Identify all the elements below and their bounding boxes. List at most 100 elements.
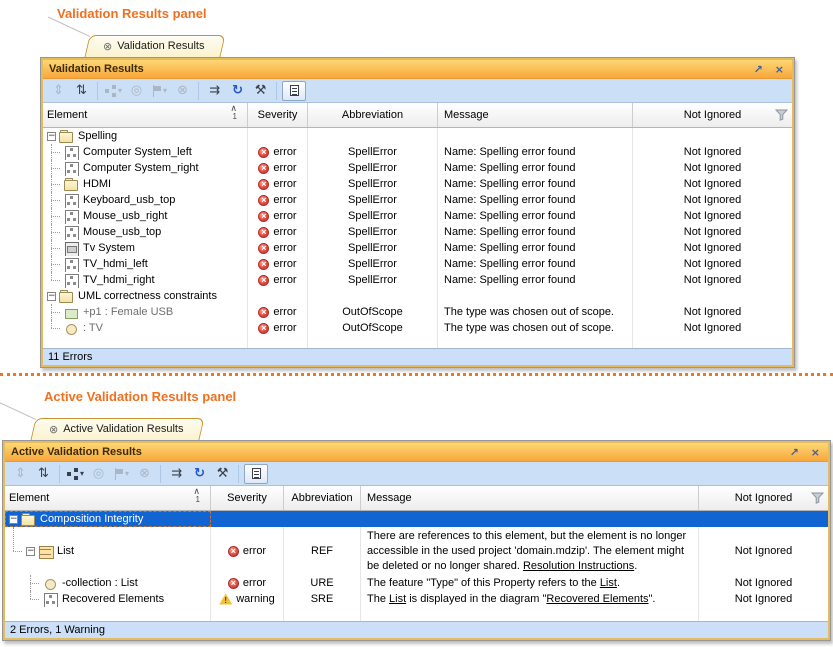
column-header-not-ignored[interactable]: Not Ignored [699,486,828,510]
tab-strip: ⊗ Active Validation Results [2,418,831,440]
tab-active-validation-results[interactable]: ⊗ Active Validation Results [38,418,198,440]
table-header: Element ∧ 1 Severity Abbreviation Messag… [5,486,828,511]
select-target-button[interactable]: ◎ [126,81,147,101]
column-header-abbreviation[interactable]: Abbreviation [308,103,438,127]
table-row[interactable]: TV_hdmi_right error SpellError Name: Spe… [43,272,792,288]
column-header-severity[interactable]: Severity [248,103,308,127]
abbreviation-cell: OutOfScope [308,304,438,320]
group-by-button[interactable]: ▾ [103,81,124,101]
not-ignored-cell: Not Ignored [633,224,792,240]
collapse-all-icon: ⇅ [76,83,87,98]
group-by-button[interactable]: ▾ [65,464,86,484]
recovered-elements-link[interactable]: Recovered Elements [546,593,648,605]
table-row[interactable]: Tv System error SpellError Name: Spellin… [43,240,792,256]
tree-guide [47,224,61,240]
instance-icon [64,322,80,335]
generate-report-button[interactable] [282,81,306,101]
validation-options-button[interactable]: ⚒ [250,81,271,101]
validation-results-window: Validation Results ↗ × ⇕ ⇅ ▾ ◎ ▾ ⊗ ⇉ ↻ ⚒ [40,57,795,368]
column-header-message[interactable]: Message [438,103,633,127]
table-row[interactable]: Computer System_right error SpellError N… [43,160,792,176]
flag-button[interactable]: ▾ [149,81,170,101]
table-row[interactable]: Mouse_usb_right error SpellError Name: S… [43,208,792,224]
severity-cell [211,511,284,527]
error-icon [258,259,269,270]
filter-icon[interactable] [811,492,824,507]
panel2-heading: Active Validation Results panel [44,389,236,404]
tree-group-row[interactable]: −Spelling [43,128,792,144]
table-row[interactable]: HDMI error SpellError Name: Spelling err… [43,176,792,192]
close-window-icon[interactable]: × [811,447,820,458]
table-row[interactable]: Mouse_usb_top error SpellError Name: Spe… [43,224,792,240]
close-window-icon[interactable]: × [775,64,784,75]
column-header-severity[interactable]: Severity [211,486,284,510]
window-title: Validation Results [49,63,144,75]
validation-options-button[interactable]: ⚒ [212,464,233,484]
collapse-toggle-icon[interactable]: − [47,292,56,301]
tree-guide [9,575,23,591]
table-row[interactable]: Keyboard_usb_top error SpellError Name: … [43,192,792,208]
message-cell: Name: Spelling error found [438,224,633,240]
expand-all-button[interactable]: ⇕ [48,81,69,101]
column-header-message[interactable]: Message [361,486,699,510]
table-row[interactable]: −List error REF There are references to … [5,527,828,575]
error-icon [258,179,269,190]
column-header-not-ignored[interactable]: Not Ignored [633,103,792,127]
resolution-instructions-link[interactable]: Resolution Instructions [523,560,634,572]
open-in-tree-button[interactable]: ⇉ [166,464,187,484]
window-titlebar[interactable]: Validation Results ↗ × [43,60,792,79]
severity-cell [248,288,308,304]
table-row[interactable]: Recovered Elements warning SRE The List … [5,591,828,607]
tree-guide [47,304,61,320]
column-header-abbreviation[interactable]: Abbreviation [284,486,361,510]
table-row[interactable]: : TV error OutOfScope The type was chose… [43,320,792,336]
abbreviation-cell: SpellError [308,176,438,192]
element-cell: −Composition Integrity [5,511,211,527]
flag-button[interactable]: ▾ [111,464,132,484]
element-cell: Computer System_left [43,144,248,160]
message-cell: Name: Spelling error found [438,240,633,256]
float-window-icon[interactable]: ↗ [790,447,799,458]
message-cell: Name: Spelling error found [438,160,633,176]
abbreviation-cell: SpellError [308,240,438,256]
expand-all-icon: ⇕ [15,466,26,481]
refresh-button[interactable]: ↻ [189,464,210,484]
tab-close-icon[interactable]: ⊗ [49,423,58,436]
table-row[interactable]: +p1 : Female USB error OutOfScope The ty… [43,304,792,320]
ignore-button[interactable]: ⊗ [134,464,155,484]
collapse-all-button[interactable]: ⇅ [71,81,92,101]
select-target-button[interactable]: ◎ [88,464,109,484]
filter-icon[interactable] [775,109,788,124]
collapse-toggle-icon[interactable]: − [26,547,35,556]
toolbar-separator [59,465,60,483]
tree-group-row-selected[interactable]: −Composition Integrity [5,511,828,527]
collapse-all-button[interactable]: ⇅ [33,464,54,484]
float-window-icon[interactable]: ↗ [754,64,763,75]
open-in-tree-button[interactable]: ⇉ [204,81,225,101]
refresh-button[interactable]: ↻ [227,81,248,101]
collapse-toggle-icon[interactable]: − [47,132,56,141]
severity-cell: error [248,320,308,336]
table-row[interactable]: Computer System_left error SpellError Na… [43,144,792,160]
column-header-element[interactable]: Element ∧ 1 [5,486,211,510]
tree-group-row[interactable]: −UML correctness constraints [43,288,792,304]
message-cell: Name: Spelling error found [438,192,633,208]
tab-close-icon[interactable]: ⊗ [103,40,112,53]
abbreviation-cell: URE [284,575,361,591]
abbreviation-cell: SpellError [308,208,438,224]
tab-validation-results[interactable]: ⊗ Validation Results [92,35,219,57]
table-row[interactable]: -collection : List error URE The feature… [5,575,828,591]
instance-icon [43,577,59,590]
error-icon [258,147,269,158]
expand-all-button[interactable]: ⇕ [10,464,31,484]
ignore-button[interactable]: ⊗ [172,81,193,101]
collapse-toggle-icon[interactable]: − [9,515,18,524]
list-element-link[interactable]: List [389,593,406,605]
generate-report-button[interactable] [244,464,268,484]
list-element-link[interactable]: List [600,577,617,589]
results-tree-table: −Composition Integrity −List error REF T… [5,511,828,621]
table-row[interactable]: TV_hdmi_left error SpellError Name: Spel… [43,256,792,272]
message-cell: Name: Spelling error found [438,272,633,288]
window-titlebar[interactable]: Active Validation Results ↗ × [5,443,828,462]
column-header-element[interactable]: Element ∧ 1 [43,103,248,127]
